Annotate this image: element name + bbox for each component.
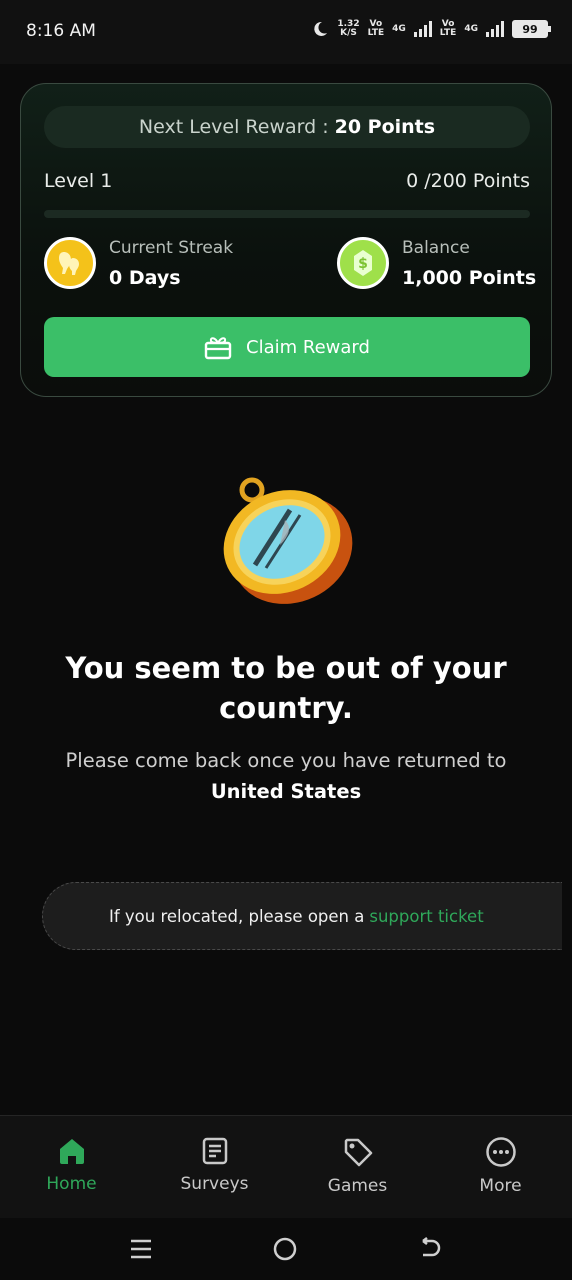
bottom-navigation: Home Surveys Games More — [0, 1115, 572, 1218]
balance-label: Balance — [402, 237, 470, 258]
reward-card: Next Level Reward : 20 Points Level 1 0 … — [20, 83, 552, 397]
home-icon — [59, 1139, 84, 1164]
balance-value: 1,000 Points — [402, 266, 537, 289]
next-level-reward-banner: Next Level Reward : 20 Points — [44, 106, 530, 148]
level-row: Level 1 0 /200 Points — [44, 170, 530, 192]
nav-more-label: More — [479, 1176, 522, 1196]
relocate-text: If you relocated, please open a — [109, 906, 365, 926]
status-icons: 1.32 K/S Vo LTE 4G Vo LTE 4G 99 — [311, 19, 551, 38]
return-message-text: Please come back once you have returned … — [65, 749, 507, 772]
home-circle-icon[interactable] — [272, 1236, 298, 1262]
nav-home[interactable]: Home — [0, 1116, 143, 1218]
claim-reward-label: Claim Reward — [246, 336, 370, 358]
sim2-network: 4G — [464, 23, 478, 34]
svg-text:$: $ — [358, 256, 368, 272]
net-speed: 1.32 K/S — [337, 19, 360, 38]
tag-icon — [344, 1138, 372, 1167]
streak-value: 0 Days — [109, 266, 181, 289]
moon-icon — [314, 21, 328, 36]
next-reward-value: 20 Points — [334, 116, 436, 138]
nav-games-label: Games — [327, 1176, 388, 1196]
signal-icon — [486, 21, 504, 37]
nav-games[interactable]: Games — [286, 1116, 429, 1218]
battery-icon: 99 — [512, 20, 551, 38]
document-icon — [202, 1137, 227, 1165]
level-progress-bar — [44, 210, 530, 218]
streak-label: Current Streak — [109, 237, 234, 258]
menu-icon[interactable] — [129, 1238, 153, 1260]
signal-icon — [413, 21, 432, 37]
status-time: 8:16 AM — [26, 21, 96, 41]
sim2-volte: Vo LTE — [439, 19, 457, 38]
footprint-icon — [44, 237, 96, 289]
nav-surveys-label: Surveys — [180, 1174, 249, 1194]
next-reward-prefix: Next Level Reward : — [138, 116, 329, 138]
back-icon[interactable] — [417, 1237, 443, 1261]
claim-reward-button[interactable]: Claim Reward — [44, 317, 530, 377]
status-bar: 8:16 AM 1.32 K/S Vo LTE 4G Vo LTE 4G 99 — [0, 0, 572, 64]
relocate-banner: If you relocated, please open a support … — [42, 882, 562, 950]
system-navigation-bar — [0, 1218, 572, 1280]
balance-stat: $ Balance 1,000 Points — [337, 237, 536, 289]
compass-illustration — [223, 477, 353, 604]
gift-icon — [204, 337, 232, 360]
out-of-country-headline: You seem to be out of your country. — [65, 651, 507, 725]
support-ticket-link[interactable]: support ticket — [369, 907, 483, 926]
level-label: Level 1 — [44, 170, 113, 192]
sim1-network: 4G — [392, 23, 406, 34]
more-icon — [485, 1137, 516, 1167]
streak-stat: Current Streak 0 Days — [44, 237, 233, 289]
coin-icon: $ — [337, 237, 389, 289]
return-message: Please come back once you have returned … — [30, 745, 542, 807]
nav-more[interactable]: More — [429, 1116, 572, 1218]
country-name: United States — [210, 780, 362, 803]
nav-home-label: Home — [46, 1174, 97, 1194]
nav-surveys[interactable]: Surveys — [143, 1116, 286, 1218]
sim1-volte: Vo LTE — [367, 19, 385, 38]
level-points: 0 /200 Points — [406, 170, 530, 192]
